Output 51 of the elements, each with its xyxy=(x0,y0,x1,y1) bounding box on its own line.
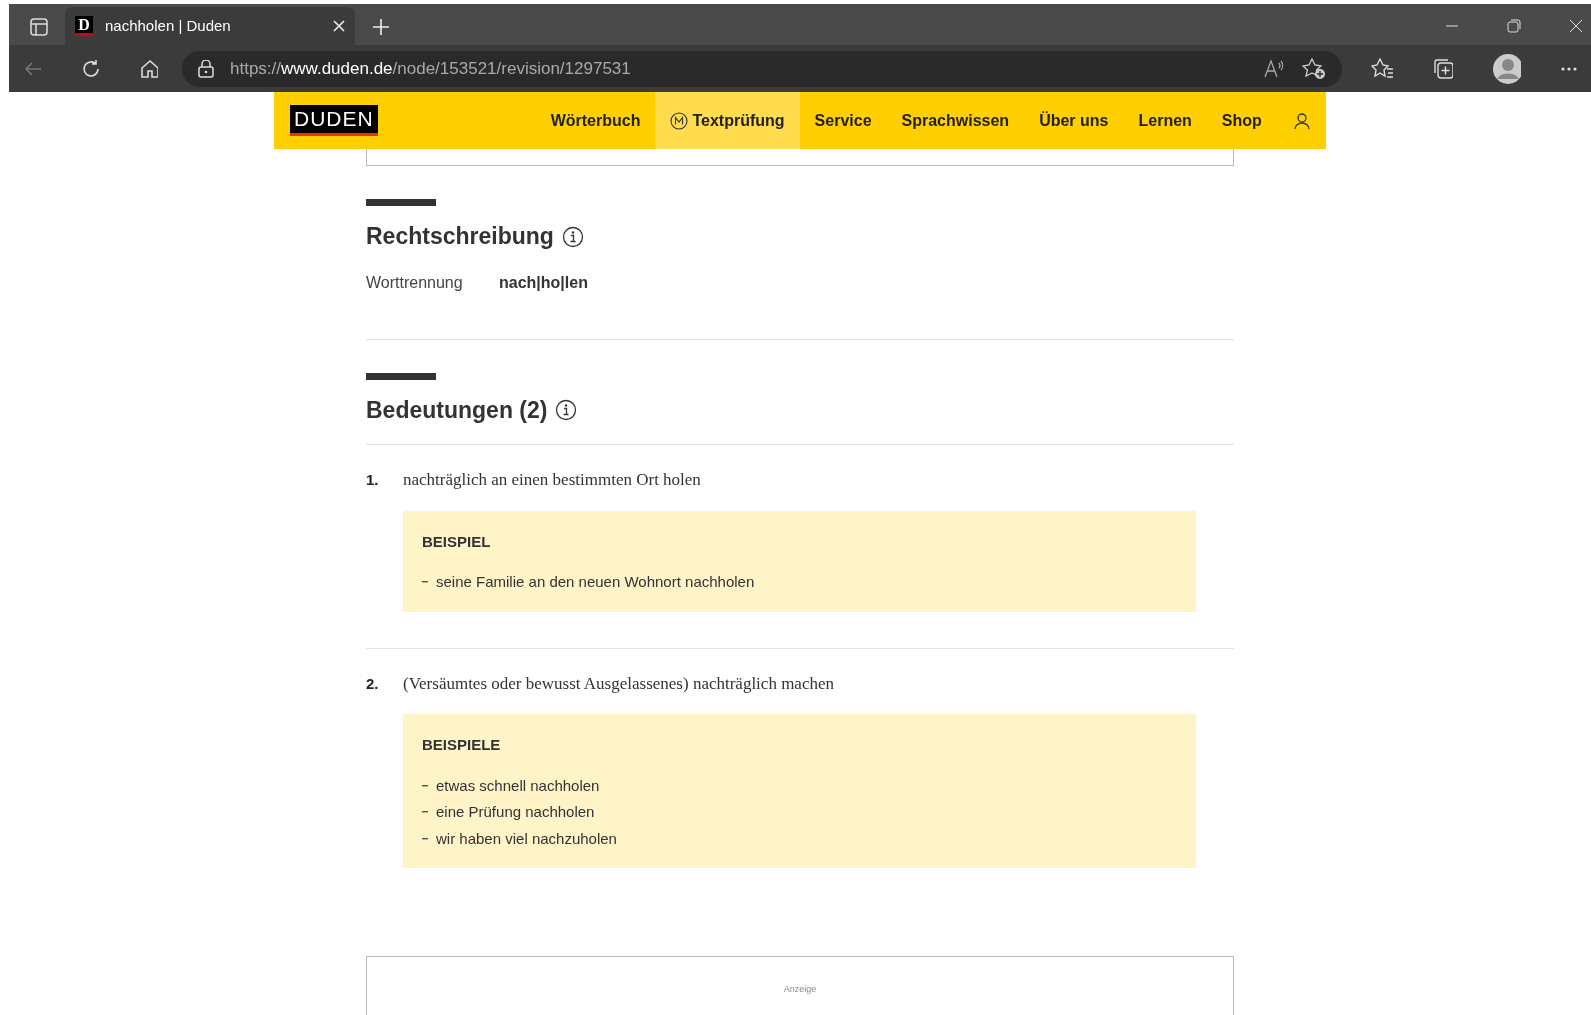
nav-link[interactable]: Wörterbuch xyxy=(535,92,656,149)
example-text: wir haben viel nachzuholen xyxy=(436,828,617,849)
more-icon[interactable] xyxy=(1560,65,1577,72)
field-label: Worttrennung xyxy=(366,272,464,293)
read-aloud-icon[interactable] xyxy=(1264,58,1286,79)
dash-icon xyxy=(422,784,428,787)
profile-avatar-icon[interactable] xyxy=(1492,53,1521,84)
favorites-icon[interactable] xyxy=(1370,57,1393,80)
restore-icon[interactable] xyxy=(1507,19,1521,33)
browser-tab[interactable]: D nachholen | Duden xyxy=(65,7,355,45)
example-heading: BEISPIEL xyxy=(422,531,492,552)
favicon-icon: D xyxy=(75,16,93,36)
duden-logo[interactable]: DUDEN xyxy=(290,105,378,136)
info-icon[interactable] xyxy=(561,225,584,248)
nav-link[interactable]: Shop xyxy=(1206,92,1277,149)
new-tab-icon[interactable] xyxy=(372,18,390,36)
tab-actions-icon[interactable] xyxy=(30,18,48,36)
example-text: etwas schnell nachholen xyxy=(436,775,600,796)
nav-link[interactable]: Service xyxy=(799,92,887,149)
nav-link[interactable]: Textprüfung xyxy=(655,92,800,149)
close-icon[interactable] xyxy=(333,20,345,32)
meaning-number: 1. xyxy=(366,470,380,491)
meaning-text: (Versäumtes oder bewusst Ausgelassenes) nachträglich machen xyxy=(403,672,834,695)
collections-icon[interactable] xyxy=(1432,57,1454,80)
lock-icon xyxy=(198,59,214,78)
tab-title: nachholen | Duden xyxy=(105,15,232,36)
meaning-text: nachträglich an einen bestimmten Ort holen xyxy=(403,469,701,492)
ad-label: Anzeige xyxy=(783,984,817,995)
url-text: https://www.duden.de/node/153521/revision/1297531 xyxy=(230,57,632,80)
dash-icon xyxy=(422,811,428,814)
close-window-icon[interactable] xyxy=(1569,19,1583,33)
meaning-number: 2. xyxy=(366,673,380,694)
section-bar xyxy=(366,372,436,380)
dash-icon xyxy=(422,837,428,840)
add-favorite-icon[interactable] xyxy=(1302,57,1326,80)
home-icon[interactable] xyxy=(139,58,158,79)
section-heading: Rechtschreibung xyxy=(366,223,554,251)
section-heading: Bedeutungen (2) xyxy=(366,396,548,425)
dash-icon xyxy=(422,581,428,584)
reload-icon[interactable] xyxy=(81,58,100,79)
hyphenation-value: nach|ho|len xyxy=(499,272,588,293)
address-bar[interactable]: https://www.duden.de/node/153521/revision/1297531 xyxy=(182,50,1342,87)
nav-link[interactable]: Lernen xyxy=(1123,92,1207,149)
example-text: eine Prüfung nachholen xyxy=(436,802,595,823)
example-text: seine Familie an den neuen Wohnort nachholen xyxy=(436,572,755,593)
info-icon[interactable] xyxy=(555,399,578,422)
section-bar xyxy=(366,199,436,206)
example-heading: BEISPIELE xyxy=(422,735,502,756)
nav-link[interactable]: Sprachwissen xyxy=(886,92,1025,149)
nav-link[interactable]: Über uns xyxy=(1024,92,1124,149)
user-icon[interactable] xyxy=(1292,111,1311,130)
